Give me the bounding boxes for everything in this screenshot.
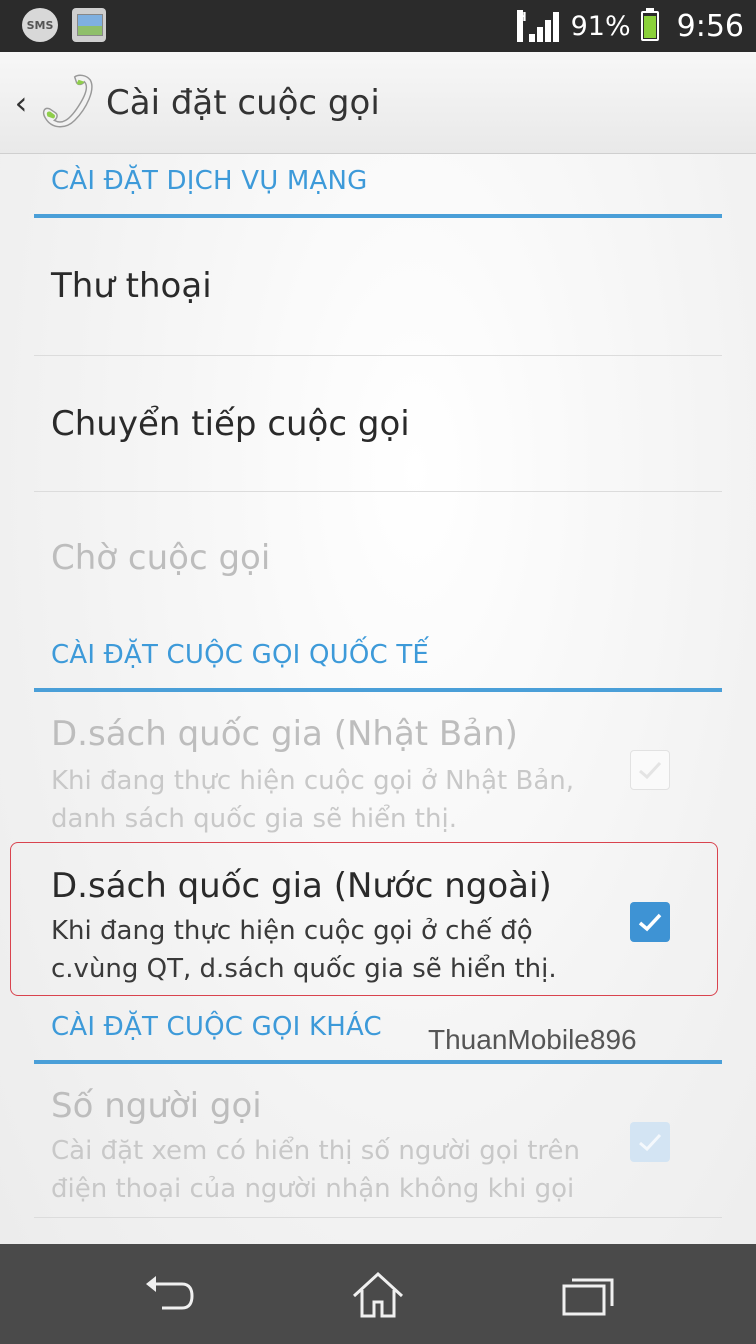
battery-percent: 91%: [570, 10, 631, 42]
gallery-icon: [72, 8, 106, 42]
chevron-left-icon[interactable]: ‹: [6, 84, 36, 122]
back-icon[interactable]: [140, 1270, 200, 1320]
check-icon: [639, 761, 662, 780]
action-bar: ‹ Cài đặt cuộc gọi: [0, 52, 756, 154]
checkbox: [630, 750, 670, 790]
page-title: Cài đặt cuộc gọi: [106, 82, 380, 123]
navigation-bar: [0, 1244, 756, 1344]
system-indicators: H 91% 9:56: [516, 6, 744, 46]
setting-country-list-japan: D.sách quốc gia (Nhật Bản) Khi đang thực…: [34, 700, 722, 840]
setting-call-waiting: Chờ cuộc gọi: [34, 492, 722, 628]
signal-strength-icon: H: [516, 10, 561, 42]
watermark: ThuanMobile896: [428, 1024, 637, 1055]
setting-title: Số người gọi: [51, 1086, 262, 1126]
home-icon[interactable]: [348, 1270, 408, 1320]
setting-title: Chờ cuộc gọi: [51, 538, 271, 578]
setting-title: Chuyển tiếp cuộc gọi: [51, 404, 410, 444]
setting-title: D.sách quốc gia (Nhật Bản): [51, 714, 518, 754]
battery-icon: [640, 8, 659, 41]
notification-icons: SMS: [22, 8, 106, 42]
check-icon: [639, 1133, 662, 1152]
phone-handset-icon[interactable]: [36, 74, 94, 132]
setting-caller-id: Số người gọi Cài đặt xem có hiển thị số …: [34, 1072, 722, 1218]
highlight-annotation: [10, 842, 718, 996]
status-bar: SMS H 91% 9:56: [0, 0, 756, 52]
recent-apps-icon[interactable]: [558, 1270, 618, 1320]
setting-title: Thư thoại: [51, 266, 212, 306]
network-type-label: H: [516, 10, 527, 42]
setting-call-forwarding[interactable]: Chuyển tiếp cuộc gọi: [34, 356, 722, 492]
setting-voicemail[interactable]: Thư thoại: [34, 220, 722, 356]
setting-subtitle: Khi đang thực hiện cuộc gọi ở Nhật Bản, …: [51, 766, 574, 834]
sms-icon: SMS: [22, 8, 58, 42]
section-header-network: CÀI ĐẶT DỊCH VỤ MẠNG: [34, 166, 722, 218]
setting-subtitle: Cài đặt xem có hiển thị số người gọi trê…: [51, 1136, 580, 1204]
clock: 9:56: [676, 8, 744, 44]
checkbox: [630, 1122, 670, 1162]
section-header-international: CÀI ĐẶT CUỘC GỌI QUỐC TẾ: [34, 640, 722, 692]
